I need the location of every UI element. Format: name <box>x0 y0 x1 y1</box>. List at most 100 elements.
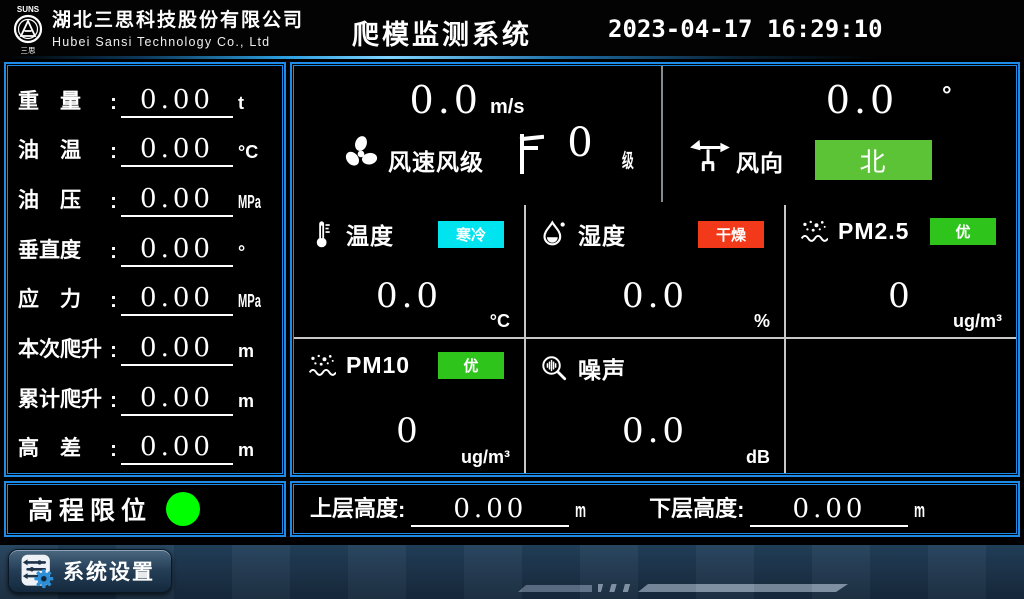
measure-label: 高 差 <box>18 432 110 465</box>
sensor-unit: °C <box>490 311 510 332</box>
sensor-cell-humidity: 湿度 干燥 0.0 % <box>526 205 786 339</box>
settings-button-label: 系统设置 <box>63 556 155 586</box>
wind-level-unit: 级 <box>622 146 634 173</box>
sensor-cell-pm25: PM2.5 优 0 ug/m³ <box>786 205 1016 339</box>
lower-height-value: 0.00 <box>750 494 908 527</box>
monitor-screen: SUNS 三思 湖北三思科技股份有限公司 Hubei Sansi Technol… <box>0 0 1024 599</box>
elevation-limit-indicator <box>166 492 200 526</box>
wind-speed-value: 0.0m/s <box>327 78 607 122</box>
measure-value: 0.00 <box>121 85 233 118</box>
sensor-name: 噪声 <box>578 351 626 385</box>
measure-row-total-climb: 累计爬升: 0.00 m <box>18 370 274 416</box>
sensor-unit: % <box>754 311 770 332</box>
measure-label: 垂直度 <box>18 234 110 267</box>
humidity-icon <box>540 220 568 248</box>
upper-height-unit: m <box>575 500 586 523</box>
sensor-name: 湿度 <box>578 217 626 251</box>
measure-value: 0.00 <box>121 333 233 366</box>
pm10-icon <box>308 351 336 379</box>
upper-height-field: 上层高度: 0.00 m <box>310 491 593 527</box>
header-accent-line <box>0 56 1024 59</box>
status-badge: 优 <box>438 352 504 379</box>
sensor-name: PM2.5 <box>838 218 909 245</box>
measure-value: 0.00 <box>121 134 233 167</box>
sensor-unit: ug/m³ <box>953 311 1002 332</box>
elevation-limit-panel: 高程限位 <box>4 481 286 537</box>
footer-stripe-slashes <box>598 584 636 592</box>
sensor-value: 0.0 <box>526 411 784 451</box>
measure-row-stress: 应 力: 0.00 MPa <box>18 270 274 316</box>
sensor-value: 0.0 <box>526 276 784 316</box>
fan-icon <box>342 134 380 172</box>
measure-unit: m <box>238 391 274 416</box>
layer-heights-panel: 上层高度: 0.00 m 下层高度: 0.00 m <box>290 481 1020 537</box>
measure-label: 油 温 <box>18 134 110 167</box>
measure-unit: MPa <box>238 192 261 213</box>
sensor-name: 温度 <box>346 217 394 251</box>
footer-stripe <box>638 584 848 592</box>
measure-label: 累计爬升 <box>18 383 110 416</box>
measure-value: 0.00 <box>121 184 233 217</box>
measure-unit: MPa <box>238 291 261 312</box>
elevation-limit-label: 高程限位 <box>28 491 152 527</box>
measure-value: 0.00 <box>121 432 233 465</box>
wind-speed-label: 风速风级 <box>388 143 484 177</box>
company-block: 湖北三思科技股份有限公司 Hubei Sansi Technology Co.,… <box>52 5 304 49</box>
sensor-cell-noise: 噪声 0.0 dB <box>526 339 786 473</box>
measure-row-current-climb: 本次爬升: 0.00 m <box>18 320 274 366</box>
footer-stripe <box>518 585 592 592</box>
upper-height-label: 上层高度 <box>310 491 398 527</box>
measure-value: 0.00 <box>121 383 233 416</box>
upper-height-value: 0.00 <box>411 494 569 527</box>
measure-label: 重 量 <box>18 85 110 118</box>
sensor-unit: dB <box>746 447 770 468</box>
measure-label: 油 压 <box>18 184 110 217</box>
sensor-grid: 温度 寒冷 0.0 °C 湿度 干燥 0.0 % <box>294 205 1016 473</box>
status-badge: 干燥 <box>698 221 764 248</box>
lower-height-label: 下层高度 <box>649 491 737 527</box>
wind-level-value: 0 <box>547 120 617 166</box>
measure-unit: m <box>238 440 274 465</box>
lower-height-field: 下层高度: 0.00 m <box>649 491 932 527</box>
sensor-cell-empty <box>786 339 1016 473</box>
logo-bottom-text: 三思 <box>21 46 36 54</box>
thermometer-icon <box>308 220 336 248</box>
lower-height-unit: m <box>914 500 925 523</box>
measure-row-height-diff: 高 差: 0.00 m <box>18 419 274 465</box>
system-settings-button[interactable]: 系统设置 <box>8 549 172 593</box>
sensor-unit: ug/m³ <box>461 447 510 468</box>
page-title: 爬模监测系统 <box>352 13 532 52</box>
sensor-name: PM10 <box>346 352 410 379</box>
measure-row-weight: 重 量: 0.00 t <box>18 72 274 118</box>
measurements-panel: 重 量: 0.00 t 油 温: 0.00 °C 油 压: 0.00 MPa 垂… <box>4 62 286 477</box>
measure-label: 本次爬升 <box>18 333 110 366</box>
noise-icon <box>540 354 568 382</box>
sensor-cell-pm10: PM10 优 0 ug/m³ <box>294 339 526 473</box>
wind-direction-display: 北 <box>815 140 932 180</box>
environment-panel: 0.0m/s 风速风级 0 级 0.0 ° <box>290 62 1020 477</box>
wind-direction-value: 0.0 <box>762 78 962 122</box>
measure-label: 应 力 <box>18 283 110 316</box>
datetime-display: 2023-04-17 16:29:10 <box>608 15 883 43</box>
wind-section-divider <box>661 66 663 202</box>
measure-unit: m <box>238 341 274 366</box>
wind-level-flag-icon <box>518 132 544 174</box>
pm25-icon <box>800 217 828 245</box>
measure-row-oil-temp: 油 温: 0.00 °C <box>18 121 274 167</box>
company-name-cn: 湖北三思科技股份有限公司 <box>52 5 304 32</box>
wind-vane-icon <box>688 138 730 174</box>
logo-top-text: SUNS <box>17 5 40 14</box>
measure-row-oil-pressure: 油 压: 0.00 MPa <box>18 171 274 217</box>
measure-unit: °C <box>238 142 274 167</box>
status-badge: 优 <box>930 218 996 245</box>
measure-row-verticality: 垂直度: 0.00 ° <box>18 221 274 267</box>
measure-unit: ° <box>238 242 274 267</box>
sensor-value: 0 <box>294 411 524 451</box>
measure-value: 0.00 <box>121 234 233 267</box>
wind-direction-unit: ° <box>942 82 952 110</box>
suns-logo-icon: SUNS 三思 <box>8 4 48 54</box>
company-name-en: Hubei Sansi Technology Co., Ltd <box>52 35 304 49</box>
wind-direction-label: 风向 <box>736 144 784 178</box>
header: SUNS 三思 湖北三思科技股份有限公司 Hubei Sansi Technol… <box>0 0 1024 56</box>
measure-unit: t <box>238 93 274 118</box>
